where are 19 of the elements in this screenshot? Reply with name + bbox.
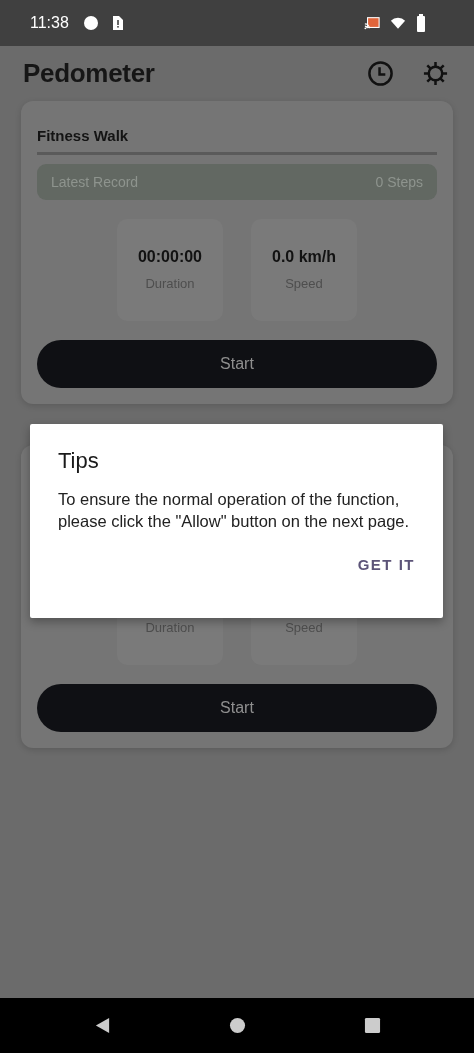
clock-icon[interactable] [367,60,394,87]
back-icon[interactable] [93,1017,111,1034]
stat-value: 00:00:00 [137,248,202,268]
wifi-icon [390,15,406,31]
card-title: Fitness Walk [37,127,129,145]
dialog-title: Tips [58,448,100,474]
start-button[interactable]: Start [37,683,437,732]
overview-icon[interactable] [363,1017,381,1034]
cast-icon [364,15,380,31]
stat-value: 0.0 km/h [272,248,336,268]
app-title: Pedometer [23,58,155,89]
home-icon[interactable] [228,1017,246,1034]
dialog-message: To ensure the normal operation of the function, please click the "Allow" button on the next page. [58,489,411,532]
circle-icon [82,15,99,31]
clock-time: 11:38 [30,14,69,32]
get-it-button[interactable]: GET IT [351,550,421,579]
settings-icon[interactable] [422,60,449,87]
start-button[interactable]: Start [37,339,437,388]
battery-icon [416,14,426,32]
